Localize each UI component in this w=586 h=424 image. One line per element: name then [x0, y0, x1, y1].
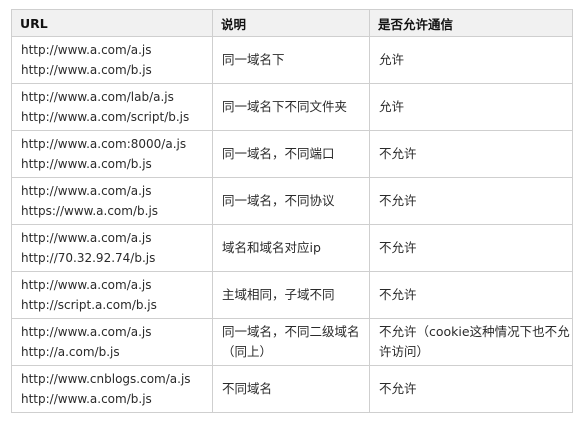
table-row: http://www.cnblogs.com/a.js http://www.a…	[11, 365, 573, 413]
allowed-cell: 不允许	[369, 365, 573, 413]
allowed-cell: 不允许	[369, 130, 573, 178]
allowed-cell: 不允许	[369, 224, 573, 272]
description-cell: 同一域名，不同协议	[212, 177, 370, 225]
url-line: http://www.a.com/lab/a.js	[21, 90, 174, 104]
description-cell: 同一域名下不同文件夹	[212, 83, 370, 131]
allowed-cell: 允许	[369, 83, 573, 131]
table-row: http://www.a.com/a.js http://a.com/b.js …	[11, 318, 573, 366]
table-row: http://www.a.com/a.js https://www.a.com/…	[11, 177, 573, 225]
description-cell: 不同域名	[212, 365, 370, 413]
url-line: http://www.a.com/a.js	[21, 231, 152, 245]
header-url: URL	[11, 9, 213, 37]
allowed-cell: 允许	[369, 36, 573, 84]
description-cell: 主域相同，子域不同	[212, 271, 370, 319]
table-row: http://www.a.com/a.js http://script.a.co…	[11, 271, 573, 319]
description-cell: 域名和域名对应ip	[212, 224, 370, 272]
description-cell: 同一域名，不同二级域名（同上）	[212, 318, 370, 366]
url-cell: http://www.a.com/a.js http://70.32.92.74…	[11, 224, 213, 272]
url-cell: http://www.cnblogs.com/a.js http://www.a…	[11, 365, 213, 413]
table-row: http://www.a.com/a.js http://70.32.92.74…	[11, 224, 573, 272]
header-allowed: 是否允许通信	[369, 9, 573, 37]
url-line: https://www.a.com/b.js	[21, 204, 159, 218]
url-line: http://www.a.com/a.js	[21, 184, 152, 198]
url-cell: http://www.a.com/a.js http://script.a.co…	[11, 271, 213, 319]
url-line: http://www.a.com/a.js	[21, 278, 152, 292]
table-row: http://www.a.com:8000/a.js http://www.a.…	[11, 130, 573, 178]
allowed-cell: 不允许	[369, 271, 573, 319]
url-cell: http://www.a.com/a.js http://a.com/b.js	[11, 318, 213, 366]
url-line: http://www.a.com/b.js	[21, 157, 152, 171]
url-line: http://www.a.com:8000/a.js	[21, 137, 187, 151]
url-line: http://script.a.com/b.js	[21, 298, 157, 312]
url-line: http://a.com/b.js	[21, 345, 120, 359]
url-cell: http://www.a.com/a.js http://www.a.com/b…	[11, 36, 213, 84]
allowed-cell: 不允许（cookie这种情况下也不允许访问）	[369, 318, 573, 366]
url-line: http://www.cnblogs.com/a.js	[21, 372, 191, 386]
url-cell: http://www.a.com/lab/a.js http://www.a.c…	[11, 83, 213, 131]
url-cell: http://www.a.com/a.js https://www.a.com/…	[11, 177, 213, 225]
header-description: 说明	[212, 9, 370, 37]
same-origin-table: URL 说明 是否允许通信 http://www.a.com/a.js http…	[11, 9, 573, 413]
header-row: URL 说明 是否允许通信	[11, 9, 573, 37]
allowed-cell: 不允许	[369, 177, 573, 225]
url-line: http://www.a.com/script/b.js	[21, 110, 190, 124]
description-cell: 同一域名下	[212, 36, 370, 84]
table-row: http://www.a.com/lab/a.js http://www.a.c…	[11, 83, 573, 131]
url-line: http://www.a.com/a.js	[21, 325, 152, 339]
table-row: http://www.a.com/a.js http://www.a.com/b…	[11, 36, 573, 84]
url-cell: http://www.a.com:8000/a.js http://www.a.…	[11, 130, 213, 178]
url-line: http://70.32.92.74/b.js	[21, 251, 156, 265]
url-line: http://www.a.com/a.js	[21, 43, 152, 57]
description-cell: 同一域名，不同端口	[212, 130, 370, 178]
url-line: http://www.a.com/b.js	[21, 392, 152, 406]
url-line: http://www.a.com/b.js	[21, 63, 152, 77]
